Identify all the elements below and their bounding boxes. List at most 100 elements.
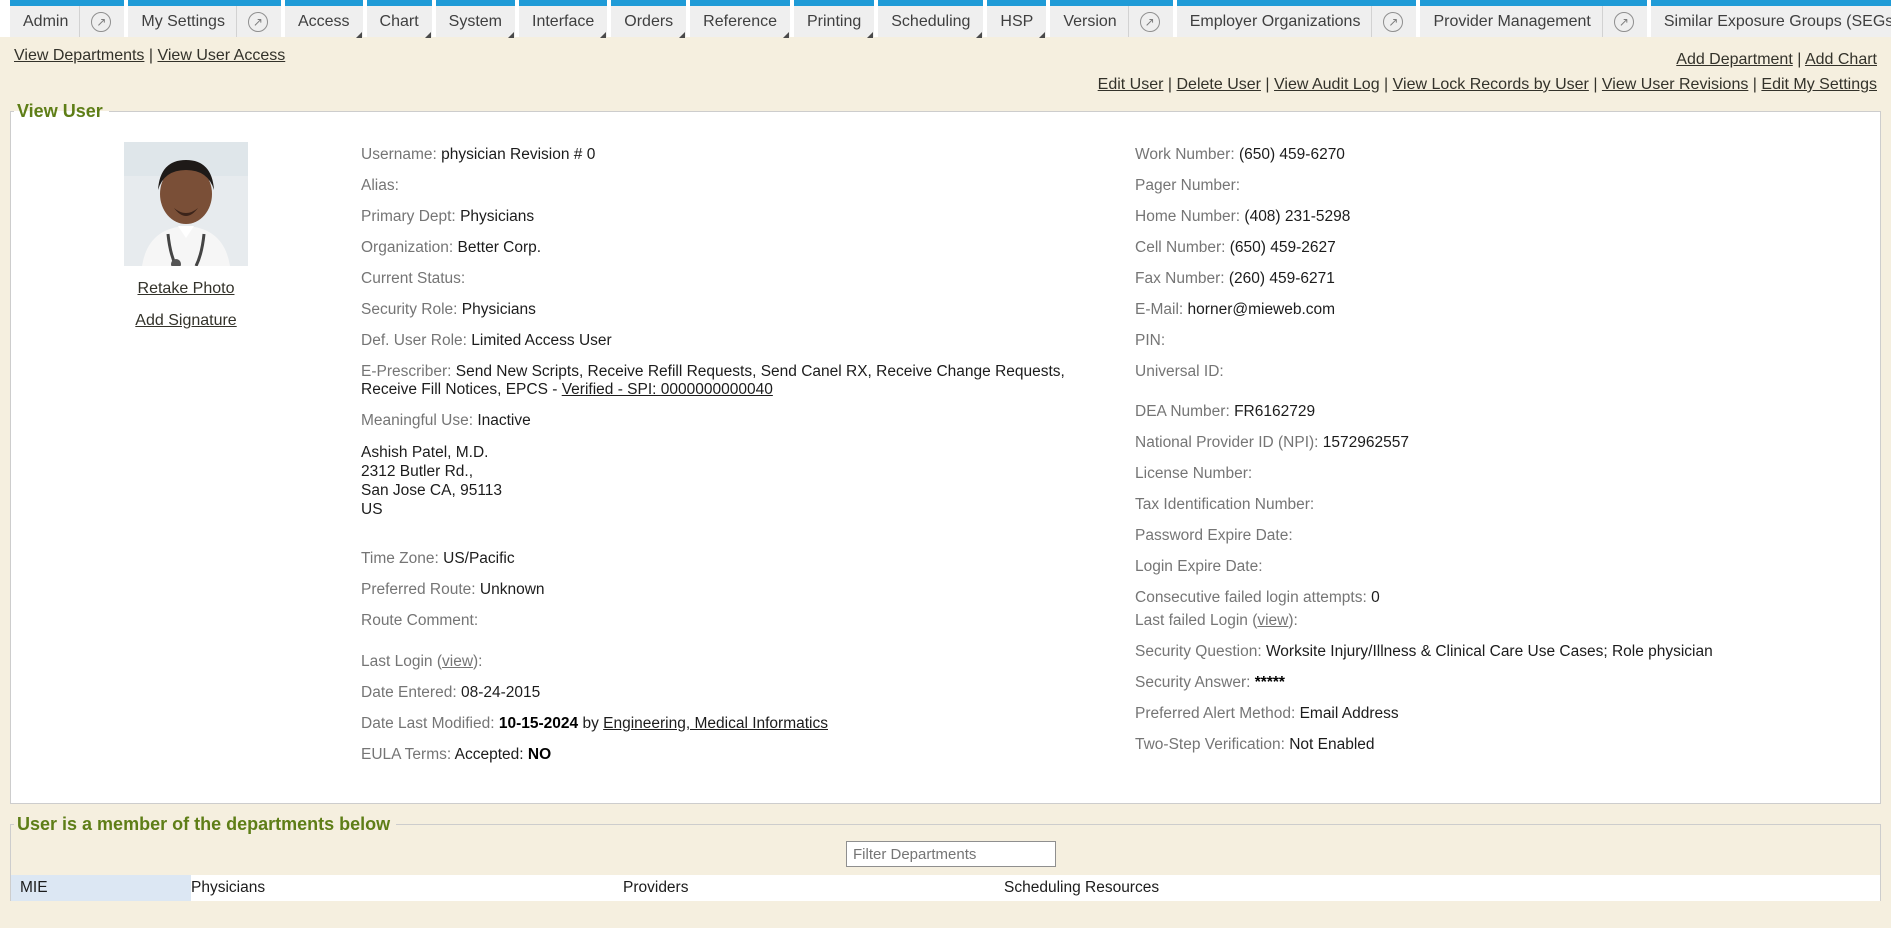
quick-links-left: View Departments | View User Access <box>14 47 285 65</box>
external-link-icon[interactable]: ↗ <box>1602 6 1634 37</box>
external-link-icon[interactable]: ↗ <box>1128 6 1160 37</box>
external-link-icon[interactable]: ↗ <box>1371 6 1403 37</box>
row-username: Username: physician Revision # 0 <box>361 146 1101 164</box>
field-label: E-Prescriber: <box>361 363 456 380</box>
separator: | <box>1380 76 1393 93</box>
field-label: Tax Identification Number: <box>1135 496 1314 513</box>
tab-version[interactable]: Version↗ <box>1050 0 1172 37</box>
tab-access[interactable]: Access <box>285 0 363 37</box>
field-label: Last failed Login ( <box>1135 612 1257 629</box>
row-national-provider-id-npi: National Provider ID (NPI): 1572962557 <box>1135 434 1856 452</box>
add-signature-link[interactable]: Add Signature <box>135 312 236 329</box>
department-cell-mie[interactable]: MIE <box>11 875 191 901</box>
link-add-department[interactable]: Add Department <box>1676 51 1793 68</box>
user-photo <box>124 142 248 266</box>
field-label: Cell Number: <box>1135 239 1230 256</box>
dropdown-corner-icon <box>679 32 685 38</box>
tab-label: Chart <box>380 13 419 31</box>
link-edit-my-settings[interactable]: Edit My Settings <box>1761 76 1877 93</box>
row-security-answer: Security Answer: ***** <box>1135 674 1856 692</box>
field-label: Consecutive failed login attempts: <box>1135 589 1371 606</box>
field-label: Security Role: <box>361 301 462 318</box>
field-label: Organization: <box>361 239 458 256</box>
departments-row: MIEPhysiciansProvidersScheduling Resourc… <box>11 875 1880 901</box>
department-cell-physicians[interactable]: Physicians <box>191 875 623 901</box>
link-engineering-medical-informatics[interactable]: Engineering, Medical Informatics <box>603 715 828 732</box>
link-view-lock-records-by-user[interactable]: View Lock Records by User <box>1393 76 1589 93</box>
field-value: Unknown <box>480 581 545 598</box>
tab-label: Printing <box>807 13 861 31</box>
field-label: PIN: <box>1135 332 1165 349</box>
tab-system[interactable]: System <box>436 0 515 37</box>
tab-reference[interactable]: Reference <box>690 0 790 37</box>
row-def-user-role: Def. User Role: Limited Access User <box>361 332 1101 350</box>
field-label: Preferred Route: <box>361 581 480 598</box>
tab-employer-organizations[interactable]: Employer Organizations↗ <box>1177 0 1417 37</box>
field-label: ): <box>473 653 482 670</box>
row-tax-identification-number: Tax Identification Number: <box>1135 496 1856 514</box>
tab-similar-exposure-groups-segs[interactable]: Similar Exposure Groups (SEGs)↗ <box>1651 0 1891 37</box>
row-login-expire-date: Login Expire Date: <box>1135 558 1856 576</box>
tab-label: My Settings <box>141 13 225 31</box>
view-user-section: View User Retake Photo Add Signature Use <box>10 101 1881 804</box>
departments-title: User is a member of the departments belo… <box>14 814 396 835</box>
field-label: DEA Number: <box>1135 403 1234 420</box>
link-edit-user[interactable]: Edit User <box>1098 76 1164 93</box>
tab-interface[interactable]: Interface <box>519 0 607 37</box>
user-photo-image <box>124 142 248 266</box>
link-view[interactable]: view <box>1257 612 1288 629</box>
field-value: Physicians <box>462 301 536 318</box>
field-label: E-Mail: <box>1135 301 1188 318</box>
field-label: ): <box>1288 612 1297 629</box>
field-value: Email Address <box>1300 705 1399 722</box>
row-date-entered: Date Entered: 08-24-2015 <box>361 684 1101 702</box>
row-primary-dept: Primary Dept: Physicians <box>361 208 1101 226</box>
separator: | <box>1163 76 1176 93</box>
tab-scheduling[interactable]: Scheduling <box>878 0 983 37</box>
filter-departments-input[interactable] <box>846 841 1056 867</box>
tab-label: Access <box>298 13 350 31</box>
tab-chart[interactable]: Chart <box>367 0 432 37</box>
address-line: 2312 Butler Rd., <box>361 462 1101 481</box>
link-view[interactable]: view <box>442 653 473 670</box>
tab-printing[interactable]: Printing <box>794 0 874 37</box>
row-pin: PIN: <box>1135 332 1856 350</box>
dropdown-corner-icon <box>867 32 873 38</box>
link-add-chart[interactable]: Add Chart <box>1805 51 1877 68</box>
field-label: Primary Dept: <box>361 208 460 225</box>
tab-hsp[interactable]: HSP <box>987 0 1046 37</box>
row-meaningful-use: Meaningful Use: Inactive <box>361 412 1101 430</box>
link-view-audit-log[interactable]: View Audit Log <box>1274 76 1380 93</box>
external-link-icon[interactable]: ↗ <box>236 6 268 37</box>
row-fax-number: Fax Number: (260) 459-6271 <box>1135 270 1856 288</box>
arrow-up-right-icon: ↗ <box>1614 12 1634 32</box>
field-value: FR6162729 <box>1234 403 1315 420</box>
link-delete-user[interactable]: Delete User <box>1177 76 1261 93</box>
field-label: License Number: <box>1135 465 1252 482</box>
retake-photo-link[interactable]: Retake Photo <box>138 280 235 297</box>
tab-orders[interactable]: Orders <box>611 0 686 37</box>
link-view-user-revisions[interactable]: View User Revisions <box>1602 76 1748 93</box>
field-label: Meaningful Use: <box>361 412 477 429</box>
tab-label: Similar Exposure Groups (SEGs) <box>1664 13 1891 31</box>
tab-admin[interactable]: Admin↗ <box>10 0 124 37</box>
link-view-departments[interactable]: View Departments <box>14 47 144 64</box>
link-view-user-access[interactable]: View User Access <box>157 47 285 64</box>
tab-my-settings[interactable]: My Settings ↗ <box>128 0 281 37</box>
separator: | <box>1261 76 1274 93</box>
dropdown-corner-icon <box>600 32 606 38</box>
tab-provider-management[interactable]: Provider Management↗ <box>1420 0 1646 37</box>
field-label: Route Comment: <box>361 612 478 629</box>
row-security-question: Security Question: Worksite Injury/Illne… <box>1135 643 1856 661</box>
field-label: Date Entered: <box>361 684 461 701</box>
external-link-icon[interactable]: ↗ <box>79 6 111 37</box>
field-value: Worksite Injury/Illness & Clinical Care … <box>1266 643 1713 660</box>
department-cell-scheduling-resources[interactable]: Scheduling Resources <box>1004 875 1880 901</box>
field-label: Username: <box>361 146 441 163</box>
tab-label: Interface <box>532 13 594 31</box>
department-cell-providers[interactable]: Providers <box>623 875 1004 901</box>
field-label: National Provider ID (NPI): <box>1135 434 1323 451</box>
dropdown-corner-icon <box>356 32 362 38</box>
link-verified-spi-0000000000040[interactable]: Verified - SPI: 0000000000040 <box>562 381 773 398</box>
row-work-number: Work Number: (650) 459-6270 <box>1135 146 1856 164</box>
